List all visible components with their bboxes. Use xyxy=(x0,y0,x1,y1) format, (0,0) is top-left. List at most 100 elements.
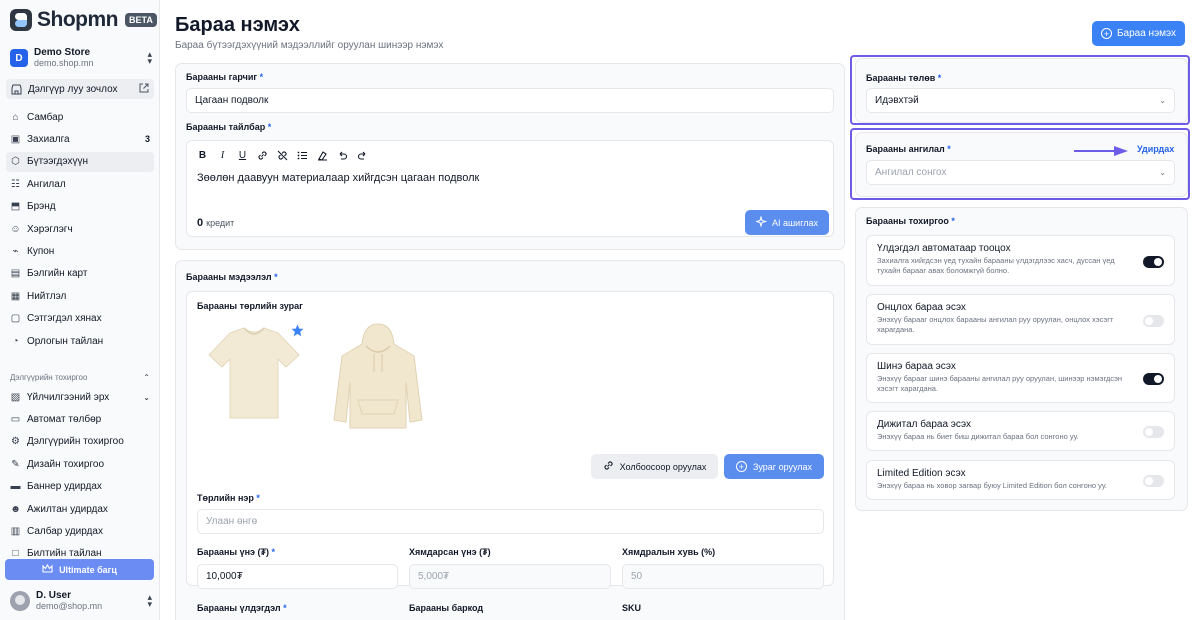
featured-star-icon[interactable] xyxy=(291,324,304,342)
description-field-label: Барааны тайлбар * xyxy=(186,122,272,132)
stock-label: Барааны үлдэгдэл * xyxy=(197,603,287,613)
link-icon[interactable] xyxy=(257,150,268,161)
unlink-icon[interactable] xyxy=(277,150,288,161)
redo-icon[interactable] xyxy=(357,150,368,161)
setting-toggle[interactable] xyxy=(1143,314,1164,327)
setting-toggle[interactable] xyxy=(1143,373,1164,385)
product-image-hoodie[interactable] xyxy=(328,322,428,434)
discount-rate-label: Хямдралын хувь (%) xyxy=(622,547,716,557)
sidebar-item-auto-pay[interactable]: ▭ Автомат төлбөр xyxy=(6,409,154,429)
setting-title: Шинэ бараа эсэх xyxy=(877,361,956,372)
setting-title: Үлдэгдэл автоматаар тооцох xyxy=(877,243,1011,254)
extra-icon: □ xyxy=(12,548,19,560)
sidebar-item-settings[interactable]: ⚙ Дэлгүүрийн тохиргоо xyxy=(6,432,154,452)
chevron-down-icon: ⌄ xyxy=(1159,96,1166,105)
chevron-updown-icon: ▴ ▾ xyxy=(147,592,152,609)
store-avatar: D xyxy=(10,49,28,67)
setting-toggle[interactable] xyxy=(1143,475,1164,487)
sidebar-item-product[interactable]: ⬡ Бүтээгдэхүүн xyxy=(6,151,154,172)
category-icon: ☷ xyxy=(11,178,20,190)
store-name: Demo Store xyxy=(34,47,91,58)
store-switcher[interactable]: D Demo Store demo.shop.mn ▴ ▾ xyxy=(10,46,152,70)
setting-description: Энэхүү бараа нь биет биш дижитал бараа б… xyxy=(877,432,1079,441)
sidebar-item-banner[interactable]: ▬ Баннер удирдах xyxy=(6,477,154,497)
store-icon xyxy=(11,84,22,95)
setting-toggle[interactable] xyxy=(1143,255,1164,268)
sidebar-item-label: Нийтлэл xyxy=(27,290,67,302)
count-badge: 3 xyxy=(144,134,150,145)
sidebar-item-branch[interactable]: ▥ Салбар удирдах xyxy=(6,521,154,541)
ultimate-plan-button[interactable]: Ultimate багц xyxy=(5,559,154,580)
sku-label: SKU xyxy=(622,603,642,613)
description-editor[interactable]: B I U Зөөлөн даавуун материалаар хийгдсэ… xyxy=(186,140,834,237)
store-settings-section[interactable]: Дэлгүүрийн тохиргоо ⌃ xyxy=(10,373,150,382)
chevron-up-icon: ⌃ xyxy=(143,373,150,382)
sidebar-item-review[interactable]: ▢ Сэтгэгдэл хянах xyxy=(6,309,154,329)
bullet-list-icon[interactable] xyxy=(297,150,308,161)
sidebar-item-report[interactable]: ◔ Орлогын тайлан xyxy=(6,331,154,351)
setting-description: Захиалга хийгдсэн үед тухайн барааны үлд… xyxy=(877,256,1115,275)
add-by-link-button[interactable]: Холбоосоор оруулах xyxy=(591,454,718,479)
sidebar-item-label: Салбар удирдах xyxy=(27,525,103,537)
orders-icon: ▣ xyxy=(10,133,21,145)
user-menu[interactable]: D. User demo@shop.mn ▴ ▾ xyxy=(10,590,152,612)
product-icon: ⬡ xyxy=(11,156,20,168)
sidebar-item-gift-card[interactable]: ▤ Бэлгийн карт xyxy=(6,264,154,284)
gift-card-icon: ▤ xyxy=(10,268,21,280)
setting-toggle[interactable] xyxy=(1143,426,1164,438)
brand-name: Shopmn xyxy=(37,8,119,31)
add-product-button[interactable]: + Бараа нэмэх xyxy=(1092,21,1185,46)
italic-icon[interactable]: I xyxy=(217,150,228,161)
sidebar-item-brand[interactable]: ⬒ Брэнд xyxy=(6,197,154,217)
description-text[interactable]: Зөөлөн даавуун материалаар хийгдсэн цага… xyxy=(197,172,479,184)
sparkle-icon xyxy=(754,215,768,229)
variant-name-label: Төрлийн нэр * xyxy=(197,493,260,503)
sidebar-item-coupon[interactable]: ⌁ Купон xyxy=(6,241,154,261)
setting-item: Үлдэгдэл автоматаар тооцох Захиалга хийгд… xyxy=(866,235,1175,286)
title-input[interactable]: Цагаан подволк xyxy=(186,88,834,113)
sidebar-item-label: Хэрэглэгч xyxy=(27,223,73,235)
sidebar-item-category[interactable]: ☷ Ангилал xyxy=(6,174,154,194)
category-placeholder: Ангилал сонгох xyxy=(875,167,947,178)
sidebar-item-label: Ангилал xyxy=(27,178,66,190)
sidebar-item-label: Билтийн тайлан xyxy=(27,548,102,560)
discount-rate-input[interactable]: 50 xyxy=(622,564,824,589)
setting-item: Дижитал бараа эсэх Энэхүү бараа нь биет б… xyxy=(866,411,1175,451)
sidebar-item-dashboard[interactable]: ⌂ Самбар xyxy=(6,107,154,127)
chevron-down-icon: ⌄ xyxy=(1159,168,1166,177)
sidebar-item-label: Самбар xyxy=(27,111,64,123)
sidebar-item-staff[interactable]: ☻ Ажилтан удирдах xyxy=(6,499,154,519)
link-icon xyxy=(603,460,614,473)
setting-item: Шинэ бараа эсэх Энэхүү барааг шинэ бараан… xyxy=(866,353,1175,403)
sidebar-item-license[interactable]: ▧ Үйлчилгээний эрх ⌄ xyxy=(6,387,154,407)
sidebar-item-label: Купон xyxy=(27,245,55,257)
underline-icon[interactable]: U xyxy=(237,150,248,161)
visit-store-link[interactable]: Дэлгүүр луу зочлох xyxy=(6,79,154,99)
upload-image-button[interactable]: + Зураг оруулах xyxy=(724,454,824,479)
title-field-label: Барааны гарчиг * xyxy=(186,72,264,82)
category-select[interactable]: Ангилал сонгох ⌄ xyxy=(866,160,1175,185)
brand-logo[interactable]: Shopmn BETA xyxy=(10,8,157,32)
sidebar-item-article[interactable]: ▦ Нийтлэл xyxy=(6,286,154,306)
sidebar-item-orders[interactable]: ▣ Захиалга 3 xyxy=(6,129,154,149)
price-input[interactable]: 10,000₮ xyxy=(197,564,398,589)
plus-circle-icon: + xyxy=(1100,28,1112,39)
ai-generate-button[interactable]: AI ашиглах xyxy=(745,210,829,235)
status-select[interactable]: Идэвхтэй ⌄ xyxy=(866,88,1175,113)
discount-price-input[interactable]: 5,000₮ xyxy=(409,564,611,589)
external-link-icon xyxy=(139,83,149,96)
report-icon: ◔ xyxy=(12,335,19,347)
sidebar-item-label: Орлогын тайлан xyxy=(27,335,104,347)
sidebar-item-users[interactable]: ☺ Хэрэглэгч xyxy=(6,219,154,239)
variant-name-input[interactable]: Улаан өнгө xyxy=(197,509,824,534)
manage-categories-link[interactable]: Удирдах xyxy=(1137,144,1174,154)
dashboard-icon: ⌂ xyxy=(12,111,19,123)
clear-format-icon[interactable] xyxy=(317,150,328,161)
undo-icon[interactable] xyxy=(337,150,348,161)
brand-icon: ⬒ xyxy=(10,201,21,213)
barcode-label: Барааны баркод xyxy=(409,603,484,613)
status-label: Барааны төлөв * xyxy=(866,73,942,83)
branch-icon: ▥ xyxy=(10,525,21,537)
bold-icon[interactable]: B xyxy=(197,150,208,161)
sidebar-item-design[interactable]: ✎ Дизайн тохиргоо xyxy=(6,454,154,474)
